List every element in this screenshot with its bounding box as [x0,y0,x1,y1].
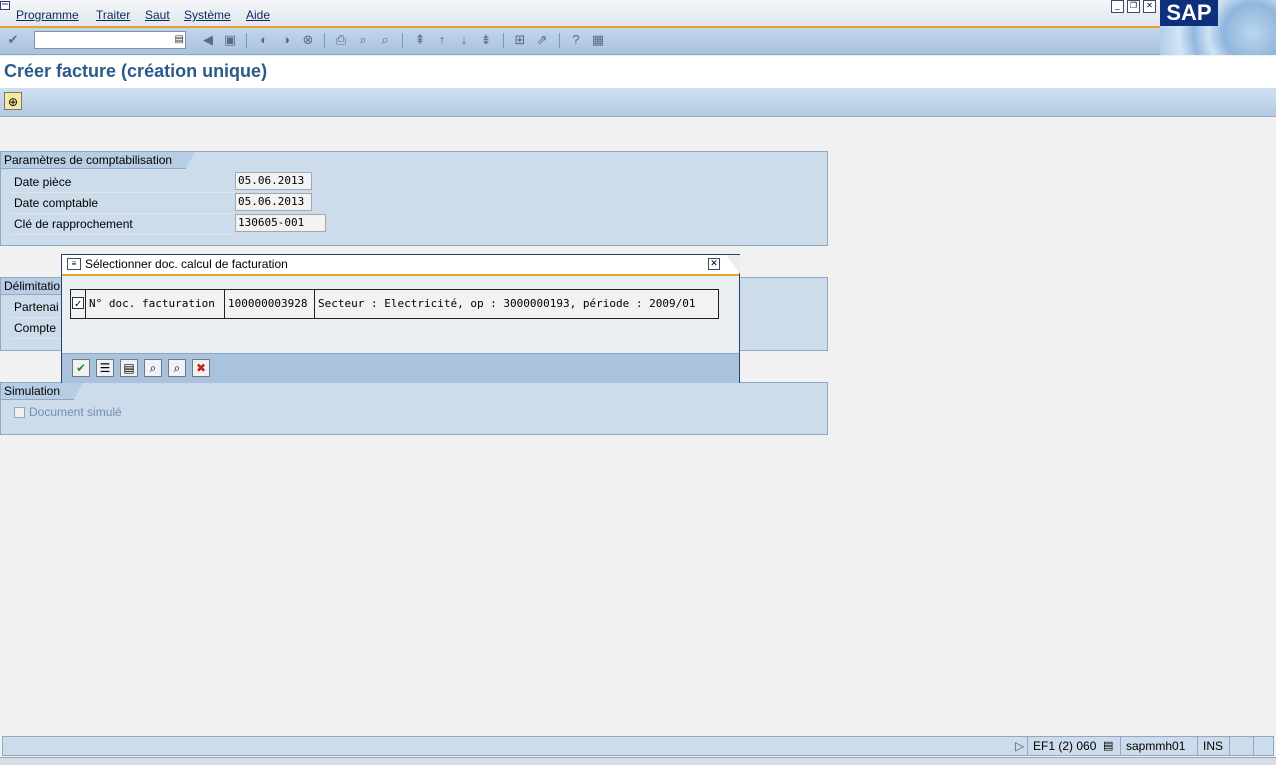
enter-icon[interactable]: ✔ [5,32,21,48]
doc-description-cell: Secteur : Electricité, op : 3000000193, … [318,297,696,310]
billing-doc-row[interactable]: ✓ N° doc. facturation 100000003928 Secte… [70,289,719,319]
deselect-all-icon[interactable]: ▤ [120,359,138,377]
account-label: Compte [14,321,57,335]
select-billing-doc-dialog: ≡ Sélectionner doc. calcul de facturatio… [61,254,740,383]
status-separator [1229,737,1230,755]
server-name: sapmmh01 [1126,739,1186,753]
select-all-icon[interactable]: ☰ [96,359,114,377]
posting-parameters-group: Paramètres de comptabilisation Date pièc… [0,151,828,246]
cle-rapprochement-label: Clé de rapprochement [14,217,133,231]
dialog-close-icon[interactable]: ✕ [708,258,720,270]
posting-parameters-title: Paramètres de comptabilisation [1,152,196,169]
print-icon[interactable]: ⎙ [333,32,349,48]
next-page-icon[interactable]: ↓ [456,32,472,48]
toolbar-separator [246,33,247,48]
new-session-icon[interactable]: ⊞ [512,32,528,48]
menu-programme[interactable]: Programme [16,8,79,22]
find-next-icon[interactable]: ⌕ [168,359,186,377]
cancel-icon[interactable]: ✖ [192,359,210,377]
status-separator [1253,737,1254,755]
menu-saut[interactable]: Saut [145,8,170,22]
find-icon[interactable]: ⌕ [355,32,371,48]
page-title: Créer facture (création unique) [4,61,268,81]
restore-icon[interactable]: ❐ [1127,0,1140,13]
partner-label: Partenai [14,300,59,314]
title-bar: Créer facture (création unique) [0,56,1276,88]
back-icon[interactable]: ◀ [200,32,216,48]
doc-number-cell: 100000003928 [225,290,315,318]
shortcut-icon[interactable]: ⇗ [534,32,550,48]
menu-aide[interactable]: Aide [246,8,270,22]
date-comptable-label: Date comptable [14,196,99,210]
status-expand-icon[interactable]: ▷ [1015,739,1024,753]
sap-logo: SAP [1160,0,1276,55]
dialog-menu-icon[interactable]: ≡ [67,258,81,270]
find-icon[interactable]: ⌕ [144,359,162,377]
insert-mode: INS [1203,739,1224,753]
help-icon[interactable]: ? [568,32,584,48]
document-simule-checkbox[interactable] [14,407,25,418]
cle-rapprochement-row: Clé de rapprochement [11,214,235,235]
confirm-icon[interactable]: ✔ [72,359,90,377]
sap-logo-text: SAP [1160,0,1218,26]
simulation-group: Simulation Document simulé [0,382,828,435]
command-field[interactable]: ▤ [34,31,186,49]
save-icon[interactable]: ▣ [222,32,238,48]
cancel-icon[interactable]: ⊗ [300,32,316,48]
toolbar-separator [324,33,325,48]
row-select-cell: ✓ [71,290,86,318]
toolbar-separator [559,33,560,48]
status-bar: ▷ EF1 (2) 060 ▤ sapmmh01 INS [2,736,1274,756]
toolbar-separator [503,33,504,48]
date-piece-label: Date pièce [14,175,72,189]
first-page-icon[interactable]: ⇞ [412,32,428,48]
date-piece-field[interactable]: 05.06.2013 [235,172,312,190]
dialog-title: Sélectionner doc. calcul de facturation [85,257,288,271]
system-info: EF1 (2) 060 [1033,739,1097,753]
row-select-checkbox[interactable]: ✓ [72,297,84,309]
cle-rapprochement-field[interactable]: 130605-001 [235,214,326,232]
document-simule-label: Document simulé [29,405,122,419]
status-separator [1027,737,1028,755]
customize-layout-icon[interactable]: ▦ [590,32,606,48]
menu-systeme[interactable]: Système [184,8,231,22]
date-comptable-row: Date comptable [11,193,235,214]
simulation-title: Simulation [1,383,84,400]
close-window-icon[interactable]: ✕ [1143,0,1156,13]
dialog-corner [726,255,740,274]
application-toolbar: ⊕ [0,88,1276,117]
prev-page-icon[interactable]: ↑ [434,32,450,48]
app-menu-icon[interactable] [0,0,12,10]
doc-label-cell: N° doc. facturation [86,290,225,318]
standard-toolbar: ✔ ▤ ◀ ▣ ◐ ◑ ⊗ ⎙ ⌕ ⌕ ⇞ ↑ ↓ ⇟ ⊞ ⇗ ? ▦ [0,28,1160,55]
toolbar-separator [402,33,403,48]
last-page-icon[interactable]: ⇟ [478,32,494,48]
execute-icon[interactable]: ⊕ [4,92,22,110]
command-history-icon[interactable]: ▤ [175,34,184,45]
dialog-toolbar: ✔ ☰ ▤ ⌕ ⌕ ✖ [62,353,739,383]
back-nav-icon[interactable]: ◐ [256,32,272,48]
menu-traiter[interactable]: Traiter [96,8,130,22]
status-separator [1120,737,1121,755]
status-separator [1197,737,1198,755]
date-comptable-field[interactable]: 05.06.2013 [235,193,312,211]
exit-icon[interactable]: ◑ [278,32,294,48]
dialog-header: ≡ Sélectionner doc. calcul de facturatio… [62,255,739,276]
find-next-icon[interactable]: ⌕ [377,32,393,48]
menu-bar: Programme Traiter Saut Système Aide _ ❐ … [0,0,1160,28]
system-info-icon[interactable]: ▤ [1103,739,1113,752]
minimize-icon[interactable]: _ [1111,0,1124,13]
date-piece-row: Date pièce [11,172,235,193]
